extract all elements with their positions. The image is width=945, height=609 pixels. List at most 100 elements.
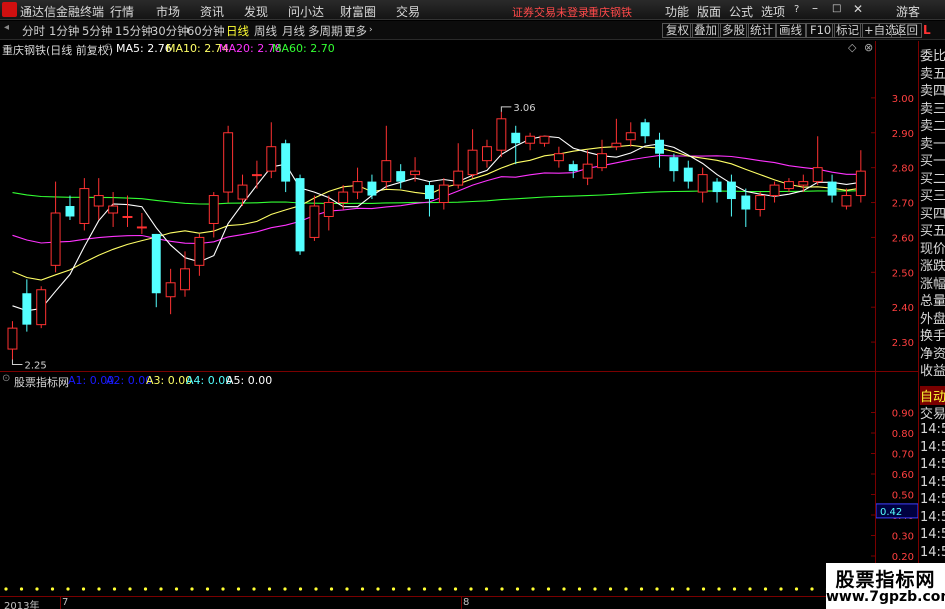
menu-item-discover[interactable]: 发现	[244, 3, 268, 20]
tool-overlay[interactable]: 叠加	[690, 23, 721, 38]
baseline-dot	[205, 587, 210, 591]
menu-item-formula[interactable]: 公式	[729, 3, 753, 20]
period-weekly[interactable]: 周线	[254, 23, 277, 39]
indicator-chart[interactable]: 0.900.800.700.600.500.400.300.200.100.42	[0, 388, 918, 593]
tick-time: 14:56	[920, 474, 945, 490]
candle-body-up	[7, 327, 18, 350]
maximize-icon[interactable]: □	[832, 3, 841, 14]
baseline-dot	[128, 587, 132, 591]
tool-mark[interactable]: 标记	[832, 23, 863, 38]
candle-body-down	[726, 181, 736, 200]
candle-body-up	[223, 132, 234, 193]
period-daily-active[interactable]: 日线	[226, 23, 249, 39]
candle-body-up	[237, 184, 248, 200]
y-tick-label: 2.60	[892, 233, 914, 244]
y-tick-label: 3.00	[892, 94, 914, 105]
sidebar-field-label: 卖二	[920, 119, 945, 134]
candle-body-up	[841, 195, 852, 207]
candle-body-up	[769, 184, 780, 197]
chevron-right-icon[interactable]: ›	[369, 25, 373, 35]
candle-body-up	[755, 195, 766, 211]
baseline-dot	[143, 587, 148, 591]
period-5min[interactable]: 5分钟	[82, 23, 112, 39]
baseline-dot	[624, 587, 628, 591]
period-monthly[interactable]: 月线	[282, 23, 305, 39]
baseline-dot	[453, 587, 458, 591]
period-intraday[interactable]: 分时	[22, 23, 45, 39]
baseline-dot	[252, 587, 256, 591]
app-logo-icon	[2, 2, 17, 17]
candlestick-chart[interactable]: 3.00 2.90 2.80 2.70 2.60 2.50 2.40 2.30 3.06 2.25	[0, 56, 918, 370]
baseline-dot	[50, 587, 55, 591]
trade-login-notice[interactable]: 证券交易未登录	[512, 4, 589, 20]
baseline-dot	[174, 587, 179, 591]
sub-y-tick-label: 0.90	[892, 409, 914, 420]
tick-time: 14:56	[920, 509, 945, 525]
baseline-dot	[701, 587, 706, 591]
baseline-dot	[159, 587, 163, 591]
period-15min[interactable]: 15分钟	[115, 23, 153, 39]
period-more[interactable]: 更多	[344, 23, 367, 39]
pane-divider[interactable]	[0, 371, 918, 372]
month-tick	[461, 597, 462, 609]
candle-body-down	[669, 157, 679, 172]
sub-y-tick-label: 0.70	[892, 450, 914, 461]
candle-body-up	[482, 146, 492, 162]
candle-body-up	[812, 167, 823, 183]
guest-label[interactable]: 游客	[896, 3, 920, 20]
menu-item-ask[interactable]: 问小达	[288, 3, 324, 20]
tool-restore-rights[interactable]: 复权	[662, 23, 693, 38]
trade-tab-label: 交易	[920, 407, 945, 422]
menu-item-layout[interactable]: 版面	[697, 3, 721, 20]
baseline-dot	[810, 587, 814, 591]
tick-time: 14:56	[920, 439, 945, 455]
dropdown-icon[interactable]: ⊙	[104, 42, 112, 53]
period-60min[interactable]: 60分钟	[187, 23, 225, 39]
sidebar-field-label: 涨幅	[920, 276, 945, 292]
candle-body-up	[251, 174, 262, 177]
menu-item-trade[interactable]: 交易	[396, 3, 420, 20]
candle-body-up	[309, 205, 320, 238]
candle-body-up	[783, 181, 794, 190]
tool-f10[interactable]: F10	[806, 23, 836, 38]
high-marker	[500, 106, 512, 112]
high-label: 3.06	[513, 103, 535, 114]
candle-body-down	[396, 171, 406, 182]
diamond-icon[interactable]: ◇	[848, 41, 856, 54]
candle-body-down	[712, 181, 722, 193]
indicator-dropdown-icon[interactable]: ⊙	[2, 373, 10, 384]
menu-item-options[interactable]: 选项	[761, 3, 785, 20]
tool-statistics[interactable]: 统计	[746, 23, 777, 38]
ma5-line	[12, 135, 861, 312]
tick-time: 14:56	[920, 492, 945, 507]
y-tick-label: 2.40	[892, 303, 914, 314]
menu-item-wealth[interactable]: 财富圈	[340, 3, 376, 20]
sidebar-field-label: 卖三	[920, 101, 945, 117]
tool-back[interactable]: 返回	[891, 23, 922, 38]
tool-multi-stock[interactable]: 多股	[718, 23, 749, 38]
period-multi[interactable]: 多周期	[308, 23, 343, 39]
settings-icon[interactable]: ⊗	[864, 41, 873, 54]
period-30min[interactable]: 30分钟	[151, 23, 189, 39]
sub-y-tick-label: 0.60	[892, 470, 914, 481]
sidebar-level-toggle[interactable]: L	[923, 23, 931, 37]
menu-item-news[interactable]: 资讯	[200, 3, 224, 20]
menu-item-quotes[interactable]: 行情	[110, 3, 134, 20]
time-axis-month-7: 7	[62, 597, 69, 608]
menu-item-function[interactable]: 功能	[665, 3, 689, 20]
baseline-dot	[608, 587, 613, 591]
sidebar-field-label: 收益	[920, 364, 945, 379]
tool-draw-line[interactable]: 画线	[775, 23, 806, 38]
candle-body-up	[352, 181, 363, 193]
candle-body-up	[553, 153, 564, 162]
period-1min[interactable]: 1分钟	[49, 23, 79, 39]
help-icon[interactable]: ?	[794, 4, 799, 15]
baseline-dot	[236, 587, 241, 591]
close-icon[interactable]: ✕	[853, 2, 863, 16]
minimize-icon[interactable]: –	[812, 1, 818, 15]
menu-item-market[interactable]: 市场	[156, 3, 180, 20]
candle-body-up	[582, 163, 593, 179]
sidebar-field-label: 卖一	[920, 136, 945, 152]
period-toggle-icon[interactable]: ◂	[4, 22, 9, 33]
time-axis[interactable]: 2013年 7 8	[0, 597, 918, 609]
